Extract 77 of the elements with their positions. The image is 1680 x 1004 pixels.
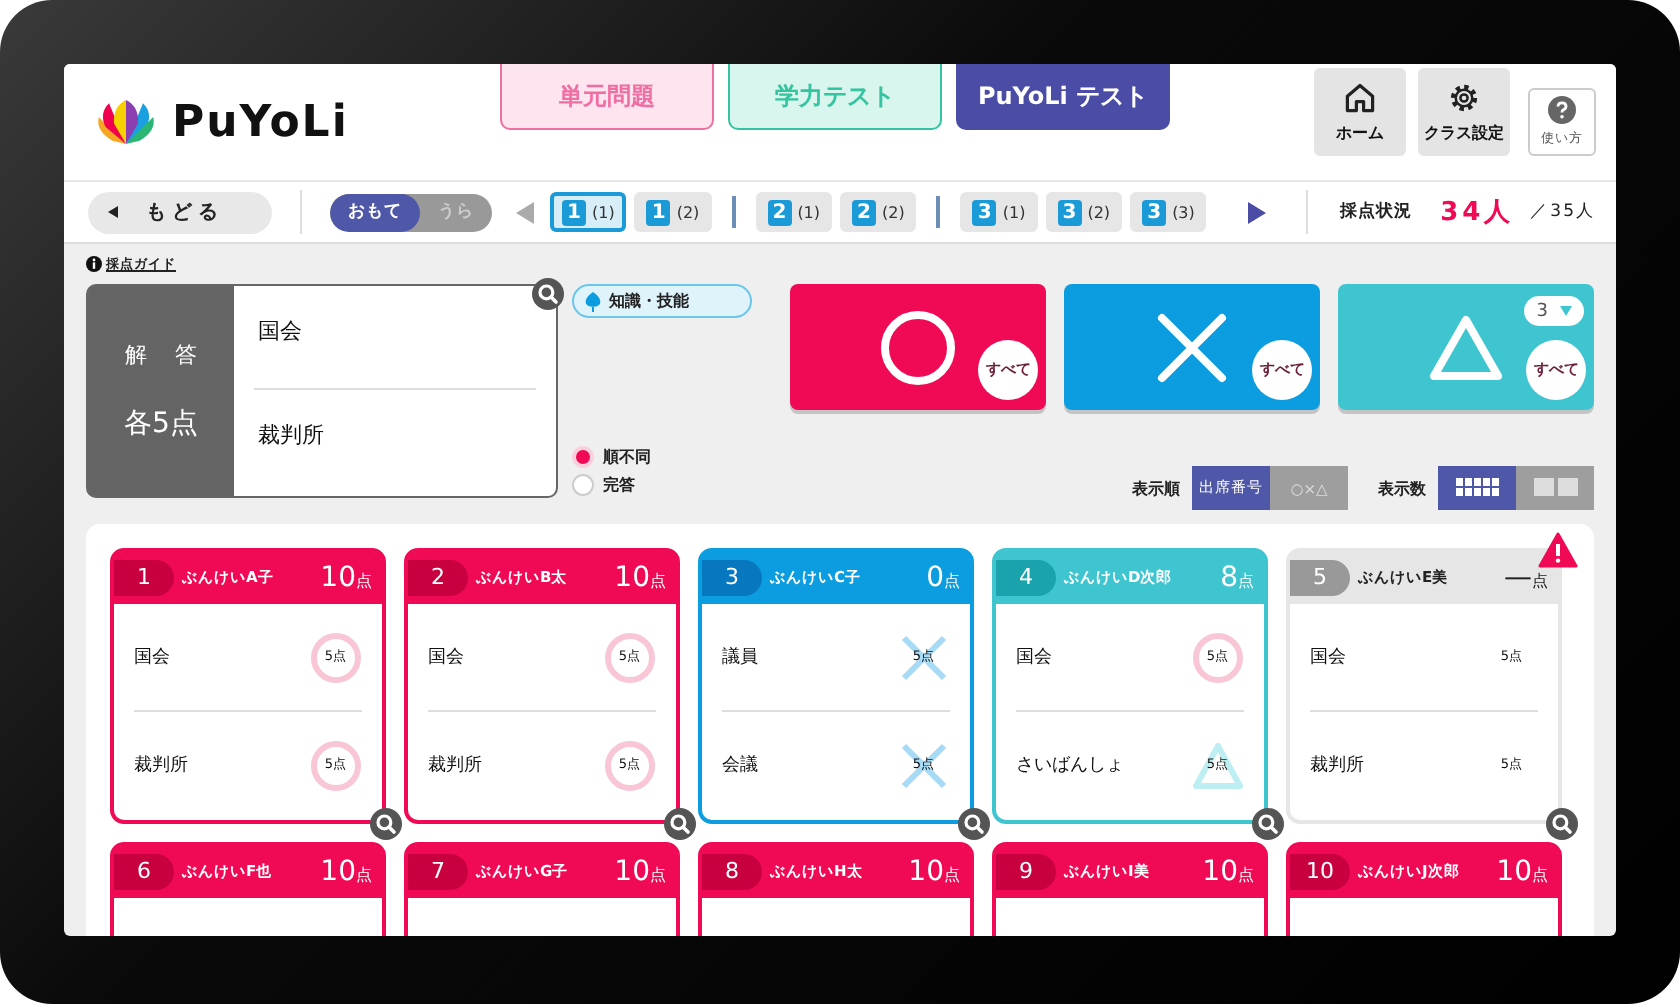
- student-score: 10点: [320, 562, 372, 594]
- leaf-icon: [584, 291, 603, 311]
- display-order-label: 表示順: [1132, 477, 1180, 499]
- student-answer: 国会: [428, 645, 464, 670]
- question-button[interactable]: 1 (2): [634, 192, 712, 232]
- student-number: 10: [1290, 854, 1350, 890]
- test-type-tab[interactable]: PuYoLi テスト: [956, 64, 1170, 130]
- settings-icon: [1446, 80, 1482, 116]
- total-count: ／35人: [1530, 200, 1596, 224]
- cross-mark-icon: [1156, 311, 1228, 383]
- points-each: 各5点: [124, 406, 198, 442]
- search-icon[interactable]: [1252, 808, 1284, 840]
- search-icon[interactable]: [958, 808, 990, 840]
- student-number: 4: [996, 560, 1056, 596]
- student-answer: 議員: [722, 645, 758, 670]
- student-answer: 裁判所: [1310, 753, 1364, 778]
- home-icon: [1342, 80, 1378, 116]
- student-number: 1: [114, 560, 174, 596]
- answer-key-text: 裁判所: [256, 420, 326, 452]
- circle-mark-icon: [878, 307, 958, 387]
- student-number: 2: [408, 560, 468, 596]
- grading-status-label: 採点状況: [1340, 200, 1413, 224]
- student-score: 10点: [614, 856, 666, 888]
- settings-button[interactable]: クラス設定: [1418, 68, 1510, 156]
- question-button[interactable]: 3 (1): [960, 192, 1038, 232]
- student-answer: 裁判所: [428, 753, 482, 778]
- scoring-option-radio[interactable]: 完答: [572, 474, 635, 496]
- count-dropdown[interactable]: 3: [1524, 296, 1584, 326]
- student-number: 6: [114, 854, 174, 890]
- question-button[interactable]: 3 (3): [1130, 192, 1207, 232]
- search-icon[interactable]: [1546, 808, 1578, 840]
- display-count-option[interactable]: [1438, 466, 1516, 510]
- back-button[interactable]: もどる: [88, 191, 272, 233]
- student-number: 5: [1290, 560, 1350, 596]
- student-number: 3: [702, 560, 762, 596]
- student-answer: 国会: [134, 645, 170, 670]
- question-button[interactable]: 1 (1): [550, 192, 627, 232]
- search-icon[interactable]: [532, 278, 565, 310]
- student-answer: 会議: [722, 753, 758, 778]
- side-toggle-option[interactable]: おもて: [330, 193, 420, 231]
- student-answer: 裁判所: [134, 753, 188, 778]
- question-button[interactable]: 2 (2): [840, 192, 917, 232]
- help-icon: [1548, 96, 1576, 124]
- student-number: 7: [408, 854, 468, 890]
- student-score: 10点: [1496, 856, 1548, 888]
- student-number: 8: [702, 854, 762, 890]
- student-score: 10点: [1202, 856, 1254, 888]
- app-logo: PuYoLi: [172, 97, 349, 147]
- logo-icon: [92, 96, 160, 148]
- info-icon: [86, 256, 102, 272]
- student-score: 0点: [926, 562, 960, 594]
- large-grid-icon: [1533, 477, 1577, 495]
- student-score: 10点: [908, 856, 960, 888]
- student-answer: 国会: [1310, 645, 1346, 670]
- question-button[interactable]: 3 (2): [1045, 192, 1123, 232]
- caret-icon: [1560, 306, 1572, 316]
- graded-count: 34人: [1440, 196, 1515, 230]
- answer-heading: 解答: [125, 340, 225, 370]
- answer-key-text: 国会: [256, 316, 304, 348]
- student-answer: さいばんしょ: [1016, 754, 1124, 778]
- next-icon[interactable]: [1248, 201, 1267, 223]
- search-icon[interactable]: [370, 808, 402, 840]
- student-answer: 国会: [1016, 645, 1052, 670]
- student-score: 10点: [614, 562, 666, 594]
- student-score: —点: [1504, 562, 1548, 594]
- student-score: 8点: [1220, 562, 1254, 594]
- triangle-mark-icon: [1428, 313, 1504, 381]
- student-score: 10点: [320, 856, 372, 888]
- scoring-option-radio[interactable]: 順不同: [572, 446, 651, 468]
- back-arrow-icon: [108, 206, 118, 218]
- skill-tag: 知識・技能: [572, 284, 753, 318]
- display-count-label: 表示数: [1378, 477, 1426, 499]
- small-grid-icon: [1455, 477, 1499, 495]
- search-icon[interactable]: [664, 808, 696, 840]
- student-number: 9: [996, 854, 1056, 890]
- question-button[interactable]: 2 (1): [755, 192, 833, 232]
- home-button[interactable]: ホーム: [1314, 68, 1406, 156]
